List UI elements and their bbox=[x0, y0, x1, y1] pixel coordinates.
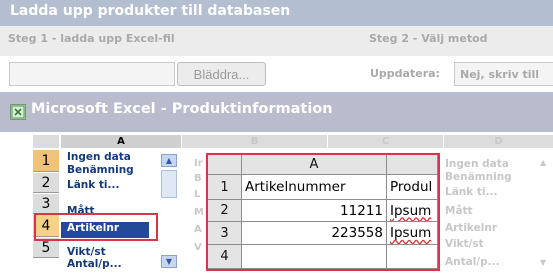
browse-button[interactable]: Bläddra... bbox=[177, 62, 266, 86]
preview-cell[interactable]: Produl bbox=[387, 175, 438, 200]
column-d-option: Vikt/st bbox=[445, 238, 484, 250]
step1-label: Steg 1 - ladda upp Excel-fil bbox=[8, 32, 175, 45]
dim-cell: V bbox=[194, 242, 202, 253]
dim-cell: M bbox=[194, 207, 204, 218]
preview-cell[interactable]: Ipsum bbox=[387, 200, 438, 222]
sheet-row-header[interactable]: 2 bbox=[33, 173, 59, 193]
update-select[interactable]: Nej, skriv till bbox=[454, 62, 553, 86]
column-a-option[interactable]: Länk ti... bbox=[61, 179, 156, 191]
preview-row-header: 4 bbox=[208, 245, 242, 269]
excel-icon bbox=[10, 104, 26, 120]
preview-column-header[interactable] bbox=[387, 155, 438, 175]
preview-cell[interactable]: 11211 bbox=[242, 200, 387, 222]
preview-cell[interactable] bbox=[387, 245, 438, 269]
sheet-row-header[interactable]: 1 bbox=[33, 150, 59, 172]
selection-highlight bbox=[34, 213, 158, 241]
sheet-column-header[interactable]: A bbox=[61, 135, 181, 148]
preview-row-header: 3 bbox=[208, 222, 242, 245]
page-title: Ladda upp produkter till databasen bbox=[10, 3, 291, 19]
scroll-up-icon: ▲ bbox=[540, 158, 547, 167]
file-path-input[interactable] bbox=[9, 62, 175, 86]
scrollbar-thumb[interactable] bbox=[161, 170, 177, 198]
dim-cell: B bbox=[194, 173, 202, 184]
sheet-row-header[interactable]: 3 bbox=[33, 194, 59, 214]
sheet-row-header[interactable]: 5 bbox=[33, 238, 59, 258]
column-a-option[interactable]: Benämning bbox=[61, 164, 156, 176]
preview-corner-cell bbox=[208, 155, 242, 175]
preview-cell[interactable] bbox=[242, 245, 387, 269]
column-d-option: Mått bbox=[445, 205, 473, 217]
column-d-option: Ingen data bbox=[445, 158, 509, 170]
excel-title: Microsoft Excel - Produktinformation bbox=[31, 101, 333, 117]
scroll-down-icon[interactable]: ▼ bbox=[161, 255, 177, 268]
scroll-down-icon: ▼ bbox=[540, 258, 547, 267]
sheet-column-header[interactable]: D bbox=[444, 135, 553, 148]
preview-row-header: 1 bbox=[208, 175, 242, 200]
preview-column-header[interactable]: A bbox=[242, 155, 387, 175]
column-a-option[interactable]: Ingen data bbox=[61, 151, 156, 163]
column-d-option: Länk ti... bbox=[445, 186, 498, 198]
column-d-option: Antal/p... bbox=[445, 256, 500, 268]
step2-label: Steg 2 - Välj metod bbox=[369, 32, 488, 45]
update-label: Uppdatera: bbox=[370, 67, 440, 80]
dim-cell: Ir bbox=[194, 158, 203, 169]
preview-cell[interactable]: Artikelnummer bbox=[242, 175, 387, 200]
dim-cell: L bbox=[194, 189, 201, 200]
preview-cell[interactable]: Ipsum bbox=[387, 222, 438, 245]
sheet-column-header[interactable]: C bbox=[328, 135, 443, 148]
scroll-up-icon[interactable]: ▲ bbox=[161, 154, 177, 167]
preview-spreadsheet: A 1 Artikelnummer Produl 2 11211 Ipsum 3… bbox=[206, 153, 440, 271]
dim-cell: A bbox=[194, 224, 202, 235]
sheet-column-header[interactable]: B bbox=[182, 135, 327, 148]
preview-cell[interactable]: 223558 bbox=[242, 222, 387, 245]
preview-row-header: 2 bbox=[208, 200, 242, 222]
column-d-option: Benämning bbox=[445, 171, 512, 183]
column-a-option[interactable]: Vikt/st bbox=[61, 246, 156, 258]
sheet-corner bbox=[33, 135, 59, 148]
column-a-option[interactable]: Antal/p... bbox=[61, 258, 156, 270]
column-d-option: Artikelnr bbox=[445, 222, 497, 234]
